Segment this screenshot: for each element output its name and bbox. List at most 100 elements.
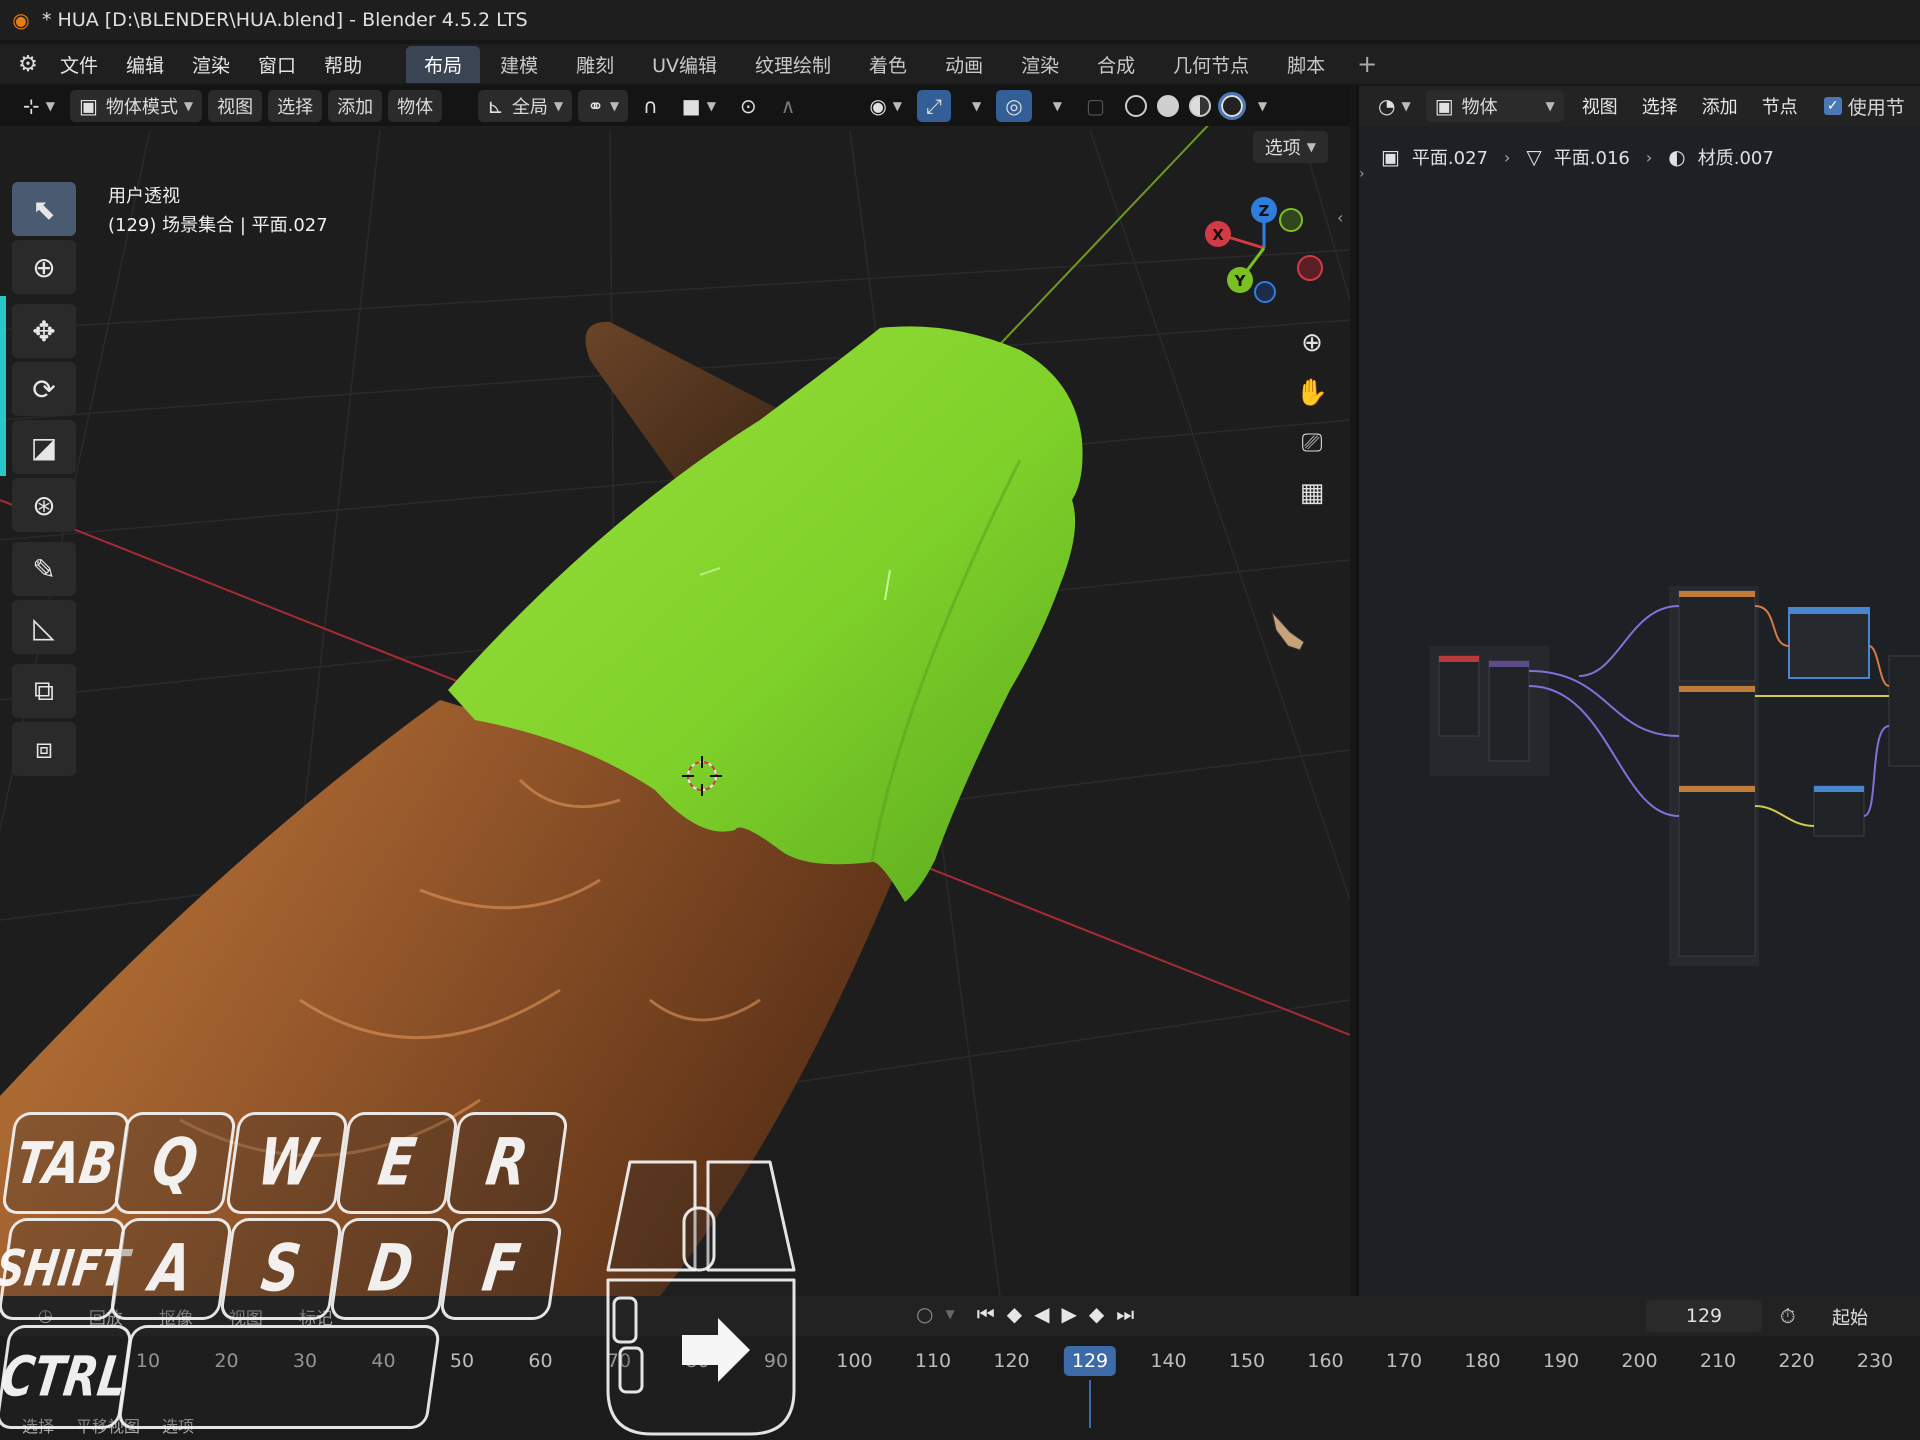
object-mode-icon: ▣	[79, 94, 98, 118]
ruler-icon: ◺	[33, 610, 55, 644]
menu-help[interactable]: 帮助	[310, 51, 376, 78]
current-frame-field[interactable]: 129	[1646, 1300, 1762, 1332]
menu-render[interactable]: 渲染	[178, 51, 244, 78]
wireframe-shading-icon[interactable]	[1124, 95, 1147, 117]
camera-view-button[interactable]: ⎚	[1292, 421, 1332, 465]
solid-shading-icon[interactable]	[1156, 95, 1179, 117]
annotate-tool[interactable]: ✎	[12, 542, 76, 596]
tab-sculpting[interactable]: 雕刻	[558, 46, 632, 83]
falloff-dropdown[interactable]: ∧	[772, 90, 805, 122]
editor-type-button[interactable]: ⊹ ▼	[14, 90, 64, 122]
hand-cursor-icon	[1271, 610, 1305, 651]
tool-shelf: ⬉ ⊕ ✥ ⟳ ◪ ⊛ ✎ ◺ ⧉ ⧈	[12, 182, 78, 780]
move-tool[interactable]: ✥	[12, 304, 76, 358]
node-texture-1-header	[1679, 591, 1755, 597]
jump-start-icon[interactable]: ⏮	[977, 1302, 995, 1326]
key-d: D	[328, 1218, 454, 1320]
menu-file[interactable]: 文件	[46, 51, 112, 78]
tab-animation[interactable]: 动画	[927, 46, 1001, 83]
add-cube-tool[interactable]: ⧉	[12, 664, 76, 718]
add-object-icon: ⧈	[35, 732, 53, 765]
transform-icon: ⊛	[32, 488, 56, 522]
ruler-tick-label: 180	[1464, 1350, 1501, 1372]
next-keyframe-icon[interactable]: ◆	[1089, 1302, 1104, 1326]
xray-toggle[interactable]: ▢	[1077, 90, 1114, 122]
overlay-dropdown[interactable]: ▼	[1038, 90, 1071, 122]
material-preview-icon[interactable]	[1188, 95, 1211, 117]
chevron-down-icon[interactable]: ▼	[945, 1307, 954, 1321]
shader-node-editor[interactable]: ◔ ▼ ▣ 物体 ▼ 视图 选择 添加 节点 ✓ 使用节 › ‹ ▣ 平面.027 › …	[1337, 86, 1920, 1296]
node-mapping-header	[1489, 661, 1529, 667]
ruler-tick-label: 50	[449, 1350, 475, 1372]
rendered-shading-icon[interactable]	[1217, 92, 1246, 120]
gizmo-y-label: Y	[1234, 272, 1247, 290]
navigation-gizmo[interactable]: Z X Y	[1205, 197, 1323, 303]
select-box-tool[interactable]: ⬉	[12, 182, 76, 236]
overlay-toggle[interactable]: ◎	[996, 90, 1032, 122]
crosshair-icon: ⊕	[32, 250, 56, 284]
gizmo-dropdown[interactable]: ▼	[957, 90, 990, 122]
jump-end-icon[interactable]: ⏭	[1116, 1302, 1134, 1326]
node-texcoord	[1438, 655, 1480, 737]
menu-window[interactable]: 窗口	[244, 51, 310, 78]
tab-compositing[interactable]: 合成	[1079, 46, 1153, 83]
playhead-frame-badge[interactable]: 129	[1063, 1346, 1117, 1376]
add-object-tool[interactable]: ⧈	[12, 722, 76, 776]
select-menu[interactable]: 选择	[268, 90, 323, 122]
start-frame-label: 起始	[1832, 1308, 1868, 1329]
orientation-dropdown[interactable]: ⊾ 全局 ▼	[478, 90, 573, 122]
mode-label: 物体模式	[105, 97, 178, 118]
view-menu[interactable]: 视图	[208, 90, 263, 122]
tab-scripting[interactable]: 脚本	[1269, 46, 1343, 83]
collapse-chevron-icon[interactable]: ‹	[1337, 208, 1343, 227]
mouse-wheel	[682, 1206, 716, 1272]
key-shift: SHIFT	[0, 1218, 132, 1320]
pencil-icon: ✎	[32, 552, 56, 586]
node-texture-1	[1678, 590, 1756, 682]
gizmo-z-label: Z	[1259, 202, 1270, 220]
transform-tool[interactable]: ⊛	[12, 478, 76, 532]
pivot-dropdown[interactable]: ⚭ ▼	[578, 90, 629, 122]
magnifier-icon: ⊕	[1301, 328, 1323, 358]
shading-dropdown-chevron-icon[interactable]: ▼	[1258, 99, 1267, 113]
object-menu[interactable]: 物体	[388, 90, 443, 122]
ruler-tick-label: 120	[993, 1350, 1030, 1372]
perspective-toggle-button[interactable]: ▦	[1292, 471, 1332, 515]
node-mapping	[1488, 660, 1530, 762]
play-reverse-icon[interactable]: ◀	[1034, 1302, 1049, 1326]
prev-keyframe-icon[interactable]: ◆	[1007, 1302, 1022, 1326]
tab-geometry-nodes[interactable]: 几何节点	[1155, 46, 1267, 83]
scale-tool[interactable]: ◪	[12, 420, 76, 474]
add-menu[interactable]: 添加	[328, 90, 383, 122]
rotate-tool[interactable]: ⟳	[12, 362, 76, 416]
chevron-down-icon: ▼	[892, 99, 903, 113]
blender-logo-icon: ◉	[12, 8, 30, 32]
measure-tool[interactable]: ◺	[12, 600, 76, 654]
snap-toggle[interactable]: ∩	[634, 90, 667, 122]
proportional-edit-toggle[interactable]: ⊙	[731, 90, 766, 122]
blender-menu-icon[interactable]: ⚙	[10, 52, 46, 77]
cursor-tool[interactable]: ⊕	[12, 240, 76, 294]
tab-layout[interactable]: 布局	[406, 45, 481, 83]
auto-keying-icon[interactable]: ○	[916, 1302, 933, 1326]
mode-dropdown[interactable]: ▣ 物体模式 ▼	[70, 90, 203, 122]
tab-texture-paint[interactable]: 纹理绘制	[737, 46, 849, 83]
pan-button[interactable]: ✋	[1292, 371, 1332, 415]
mouse-left-button	[606, 1160, 697, 1272]
tab-shading[interactable]: 着色	[851, 46, 925, 83]
add-workspace-button[interactable]: +	[1345, 50, 1389, 78]
cube-icon: ⧉	[34, 674, 54, 707]
tab-uv-editing[interactable]: UV编辑	[634, 46, 735, 83]
gizmo-toggle[interactable]: ⤢	[917, 90, 952, 122]
snap-target-dropdown[interactable]: ■ ▼	[673, 90, 725, 122]
stopwatch-icon[interactable]: ⏱	[1780, 1304, 1796, 1328]
zoom-button[interactable]: ⊕	[1292, 321, 1332, 365]
menu-edit[interactable]: 编辑	[112, 51, 178, 78]
tab-modeling[interactable]: 建模	[482, 46, 556, 83]
play-icon[interactable]: ▶	[1061, 1302, 1076, 1326]
node-texcoord-header	[1439, 656, 1479, 662]
tab-rendering[interactable]: 渲染	[1003, 46, 1077, 83]
options-dropdown[interactable]: 选项 ▼	[1252, 131, 1328, 163]
visibility-dropdown[interactable]: ◉ ▼	[860, 90, 911, 122]
node-output	[1888, 655, 1920, 767]
